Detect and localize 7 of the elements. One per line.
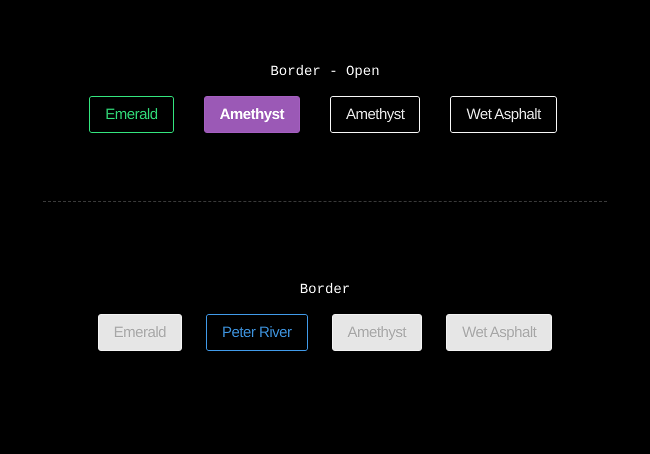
section-title: Border - Open — [270, 63, 380, 82]
button[interactable]: Amethyst — [330, 96, 420, 133]
button[interactable]: Peter River — [206, 314, 308, 351]
button[interactable]: Wet Asphalt — [450, 96, 557, 133]
button[interactable]: Amethyst — [204, 96, 300, 133]
section-title: Border — [300, 281, 350, 300]
button[interactable]: Emerald — [89, 96, 174, 133]
